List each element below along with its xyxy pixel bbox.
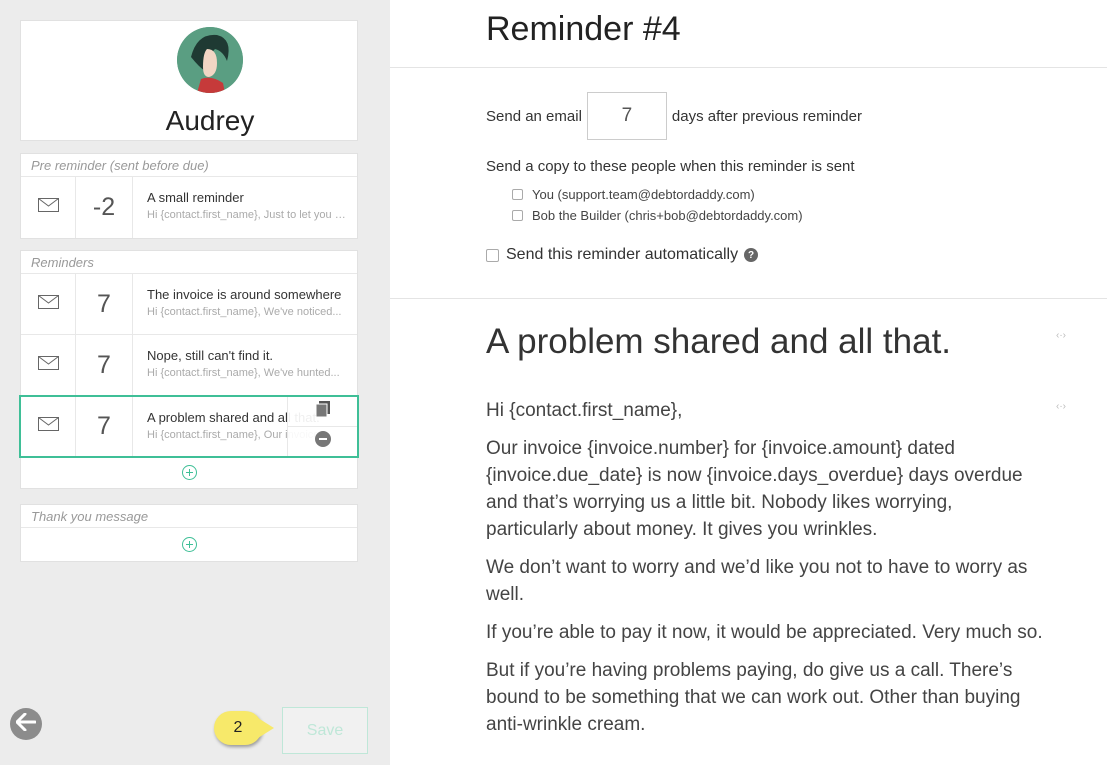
minus-circle-icon	[314, 430, 331, 452]
envelope-icon	[37, 417, 59, 436]
auto-send-label: Send this reminder automatically	[506, 246, 739, 263]
pre-reminder-section: Pre reminder (sent before due) -2 A smal…	[20, 153, 358, 239]
email-paragraph: Our invoice {invoice.number} for {invoic…	[486, 438, 1023, 540]
back-button[interactable]	[10, 708, 42, 740]
page-title: Reminder #4	[486, 10, 681, 48]
row-preview: Hi {contact.first_name}, Just to let you…	[147, 209, 349, 221]
envelope-icon	[37, 294, 59, 314]
divider	[390, 298, 1107, 299]
email-greeting: Hi {contact.first_name},	[486, 400, 683, 421]
profile-card: Audrey	[20, 20, 358, 141]
reminders-section: Reminders 7 The invoice is around somewh…	[19, 250, 359, 489]
row-title: Nope, still can't find it.	[147, 348, 274, 363]
email-body[interactable]: Hi {contact.first_name}, Our invoice {in…	[486, 397, 1046, 749]
reminder-row-selected[interactable]: 7 A problem shared and all that. Hi {con…	[19, 395, 359, 458]
save-button[interactable]: Save	[282, 707, 368, 754]
email-paragraph: We don’t want to worry and we’d like you…	[486, 557, 1028, 605]
copy-option-label: You (support.team@debtordaddy.com)	[532, 187, 755, 202]
thank-you-header: Thank you message	[21, 505, 357, 528]
envelope-icon	[37, 198, 59, 217]
reminder-row[interactable]: 7 The invoice is around somewhere Hi {co…	[21, 274, 357, 335]
checkbox[interactable]	[512, 210, 523, 221]
checkbox[interactable]	[512, 189, 523, 200]
reminder-editor: Reminder #4 Send an email days after pre…	[390, 0, 1107, 765]
days-value: 7	[76, 335, 133, 395]
days-value: 7	[76, 397, 133, 456]
copy-option-you[interactable]: You (support.team@debtordaddy.com)	[512, 187, 755, 202]
add-reminder-button[interactable]	[21, 457, 357, 488]
add-thank-you-button[interactable]	[21, 528, 357, 561]
copy-icon	[315, 400, 330, 422]
avatar	[177, 27, 243, 93]
plus-circle-icon	[181, 537, 197, 552]
email-paragraph: If you’re able to pay it now, it would b…	[486, 622, 1043, 643]
reminders-header: Reminders	[21, 251, 357, 274]
copy-option-bob[interactable]: Bob the Builder (chris+bob@debtordaddy.c…	[512, 208, 803, 223]
divider	[390, 67, 1107, 68]
row-preview: Hi {contact.first_name}, We've hunted...	[147, 367, 340, 379]
send-suffix-label: days after previous reminder	[671, 107, 862, 125]
pre-reminder-row[interactable]: -2 A small reminder Hi {contact.first_na…	[21, 177, 357, 238]
email-paragraph: But if you’re having problems paying, do…	[486, 660, 1021, 735]
reminder-row[interactable]: 7 Nope, still can't find it. Hi {contact…	[21, 335, 357, 396]
duplicate-button[interactable]	[288, 397, 357, 427]
days-input[interactable]	[586, 92, 667, 140]
send-delay-line: Send an email days after previous remind…	[486, 92, 862, 140]
thank-you-section: Thank you message	[20, 504, 358, 562]
pre-reminder-header: Pre reminder (sent before due)	[21, 154, 357, 177]
days-value: 7	[76, 274, 133, 334]
plus-circle-icon	[181, 465, 197, 480]
row-title: A small reminder	[147, 190, 244, 205]
remove-button[interactable]	[288, 427, 357, 457]
reminder-sidebar: Audrey Pre reminder (sent before due) -2…	[0, 0, 390, 765]
resize-handle-icon[interactable]: ‹·›	[1056, 401, 1066, 412]
envelope-icon	[37, 355, 59, 375]
copy-option-label: Bob the Builder (chris+bob@debtordaddy.c…	[532, 208, 803, 223]
days-value: -2	[76, 177, 133, 238]
callout-2-label: 2	[214, 711, 262, 745]
profile-name: Audrey	[165, 105, 255, 136]
auto-send-checkbox[interactable]	[486, 248, 499, 262]
callout-2: 2	[214, 711, 276, 745]
auto-send-option[interactable]: Send this reminder automatically ?	[486, 246, 759, 264]
row-actions	[287, 397, 357, 456]
copy-label: Send a copy to these people when this re…	[486, 158, 855, 175]
email-subject[interactable]: A problem shared and all that.	[486, 322, 951, 362]
row-preview: Hi {contact.first_name}, We've noticed..…	[147, 306, 342, 318]
row-title: The invoice is around somewhere	[147, 287, 342, 302]
help-icon[interactable]: ?	[744, 248, 759, 262]
resize-handle-icon[interactable]: ‹·›	[1056, 330, 1066, 341]
send-prefix-label: Send an email	[486, 107, 582, 125]
arrow-left-icon	[15, 712, 37, 736]
